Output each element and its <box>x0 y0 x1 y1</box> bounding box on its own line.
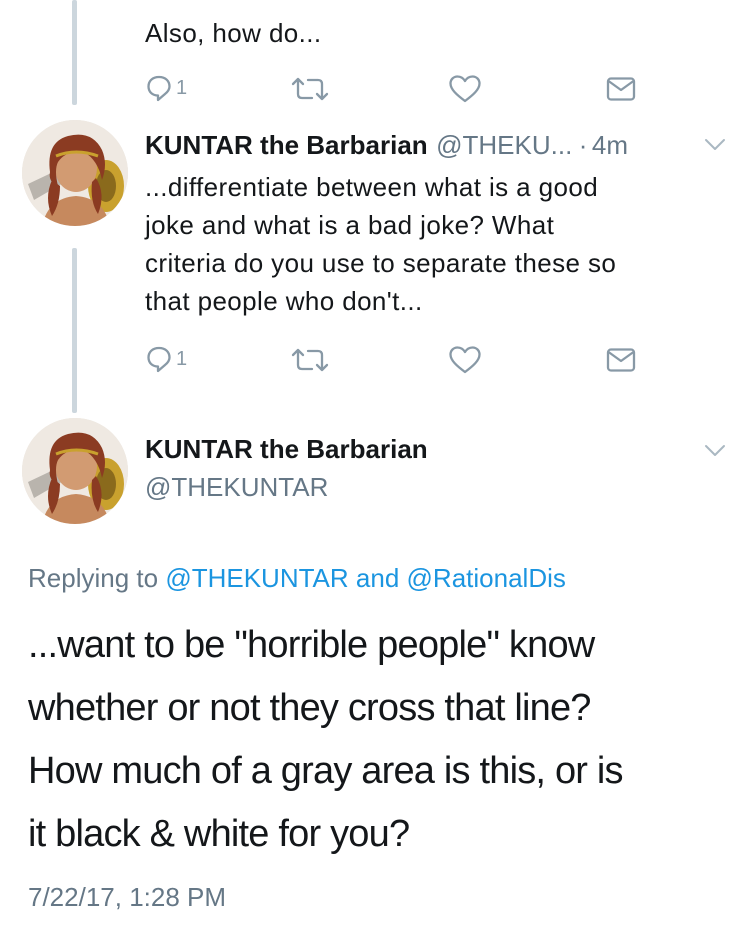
separator-dot: · <box>578 130 588 160</box>
heart-icon <box>448 345 482 375</box>
author-name[interactable]: KUNTAR the Barbarian <box>145 130 428 160</box>
tweet-text-line: that people who don't... <box>145 286 423 316</box>
author-handle[interactable]: @THEKU... <box>436 130 572 160</box>
tweet-text-line: How much of a gray area is this, or is <box>28 750 624 792</box>
heart-icon <box>448 74 482 104</box>
reply-button[interactable]: 1 <box>146 345 187 373</box>
tweet-text: ...differentiate between what is a good … <box>145 168 735 320</box>
retweet-button[interactable] <box>290 347 330 373</box>
thread-line-top <box>72 0 77 105</box>
envelope-icon <box>606 347 636 373</box>
reply-icon <box>146 74 172 102</box>
reply-count: 1 <box>176 76 188 99</box>
tweet-menu-button[interactable] <box>704 444 726 463</box>
reply-button[interactable]: 1 <box>146 74 187 102</box>
tweet-text-line: ...want to be "horrible people" know <box>28 624 595 666</box>
tweet-text-line: whether or not they cross that line? <box>28 687 591 729</box>
reply-and[interactable]: and <box>356 563 399 593</box>
chevron-down-icon <box>704 445 726 462</box>
retweet-icon <box>290 347 330 373</box>
like-button[interactable] <box>448 345 482 375</box>
tweet-header: KUNTAR the Barbarian @THEKU... · 4m <box>145 130 628 161</box>
reply-icon <box>146 345 172 373</box>
replying-prefix: Replying to <box>28 563 159 593</box>
author-name[interactable]: KUNTAR the Barbarian <box>145 434 428 465</box>
envelope-icon <box>606 76 636 102</box>
reply-user-link[interactable]: @THEKUNTAR <box>165 563 348 593</box>
tweet-text-line: ...differentiate between what is a good <box>145 172 599 202</box>
retweet-button[interactable] <box>290 76 330 102</box>
tweet-text-line: criteria do you use to separate these so <box>145 248 617 278</box>
tweet-text-line: joke and what is a bad joke? What <box>145 210 555 240</box>
chevron-down-icon <box>704 139 726 156</box>
direct-message-button[interactable] <box>606 347 636 373</box>
reply-user-link[interactable]: @RationalDis <box>407 563 566 593</box>
direct-message-button[interactable] <box>606 76 636 102</box>
like-button[interactable] <box>448 74 482 104</box>
tweet-text: Also, how do... <box>145 18 322 48</box>
tweet-timestamp: 7/22/17, 1:28 PM <box>28 882 227 912</box>
tweet-text-line: it black & white for you? <box>28 813 410 855</box>
thread-line-bottom <box>72 248 77 413</box>
tweet-text: ...want to be "horrible people" know whe… <box>28 614 740 866</box>
retweet-icon <box>290 76 330 102</box>
author-handle[interactable]: @THEKUNTAR <box>145 472 328 503</box>
replying-to: Replying to @THEKUNTAR and @RationalDis <box>28 563 566 594</box>
reply-count: 1 <box>176 347 188 370</box>
tweet-menu-button[interactable] <box>704 138 726 157</box>
avatar[interactable] <box>22 120 128 226</box>
avatar[interactable] <box>22 418 128 524</box>
tweet-time[interactable]: 4m <box>592 130 628 160</box>
